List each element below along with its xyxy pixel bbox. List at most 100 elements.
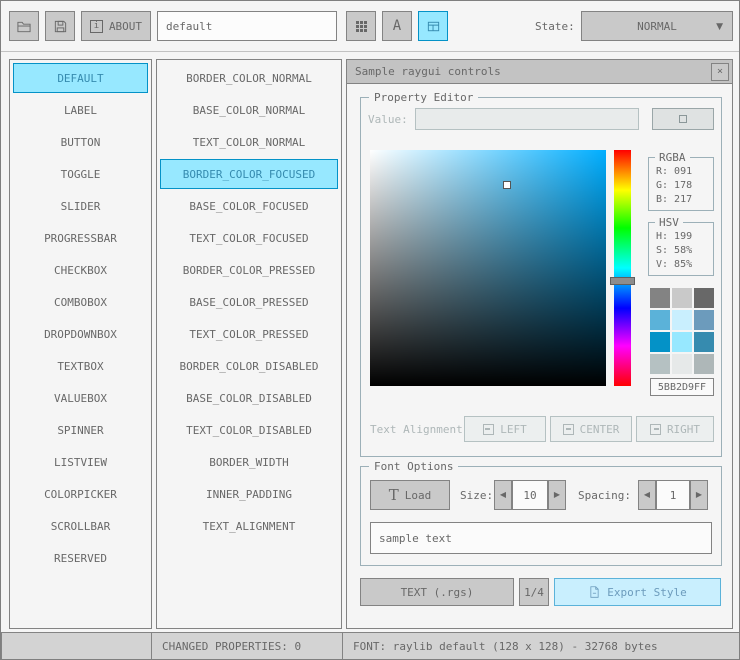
palette-swatch[interactable]	[694, 354, 714, 374]
palette-swatch[interactable]	[650, 354, 670, 374]
size-increment-button[interactable]: ▶	[548, 480, 566, 510]
list-item-border_color_disabled[interactable]: BORDER_COLOR_DISABLED	[160, 351, 338, 381]
export-style-button[interactable]: Export Style	[554, 578, 721, 606]
palette-swatch[interactable]	[694, 310, 714, 330]
state-dropdown[interactable]: NORMAL ▼	[581, 11, 733, 41]
list-item-slider[interactable]: SLIDER	[13, 191, 148, 221]
font-settings-button[interactable]: A	[382, 11, 412, 41]
hex-value-box[interactable]: 5BB2D9FF	[650, 378, 714, 396]
palette-swatch[interactable]	[694, 288, 714, 308]
list-item-progressbar[interactable]: PROGRESSBAR	[13, 223, 148, 253]
statusbar-left	[1, 632, 152, 659]
palette-swatch[interactable]	[650, 288, 670, 308]
hue-handle[interactable]	[610, 276, 635, 285]
changed-properties-text: CHANGED PROPERTIES: 0	[162, 639, 302, 653]
palette-swatch[interactable]	[650, 310, 670, 330]
sv-panel[interactable]	[370, 150, 606, 386]
size-decrement-button[interactable]: ◀	[494, 480, 512, 510]
list-item-toggle[interactable]: TOGGLE	[13, 159, 148, 189]
list-item-valuebox[interactable]: VALUEBOX	[13, 383, 148, 413]
align-left-button: LEFT	[464, 416, 546, 442]
hsv-h: H: 199	[656, 231, 693, 242]
floppy-save-icon	[53, 19, 68, 34]
list-item-default[interactable]: DEFAULT	[13, 63, 148, 93]
hsv-v: V: 85%	[656, 259, 693, 270]
list-item-button[interactable]: BUTTON	[13, 127, 148, 157]
spacing-increment-button[interactable]: ▶	[690, 480, 708, 510]
export-format-button[interactable]: TEXT (.rgs)	[360, 578, 514, 606]
list-item-base_color_focused[interactable]: BASE_COLOR_FOCUSED	[160, 191, 338, 221]
left-arrow-icon: ◀	[499, 490, 507, 499]
font-options-group-label: Font Options	[369, 460, 459, 473]
list-item-border_width[interactable]: BORDER_WIDTH	[160, 447, 338, 477]
align-right-icon	[649, 423, 661, 435]
sv-cursor[interactable]	[502, 181, 511, 190]
close-button[interactable]: ×	[711, 62, 729, 81]
palette-swatch[interactable]	[650, 332, 670, 352]
align-center-icon	[562, 423, 574, 435]
palette-swatch[interactable]	[672, 332, 692, 352]
save-style-button[interactable]	[45, 11, 75, 41]
hsv-group: HSV H: 199 S: 58% V: 85%	[648, 216, 714, 276]
list-item-border_color_pressed[interactable]: BORDER_COLOR_PRESSED	[160, 255, 338, 285]
right-arrow-icon: ▶	[553, 490, 561, 499]
align-left-icon	[483, 423, 495, 435]
palette-swatch[interactable]	[672, 288, 692, 308]
value-input	[415, 108, 639, 130]
control-editor-button[interactable]	[418, 11, 448, 41]
list-item-textbox[interactable]: TEXTBOX	[13, 351, 148, 381]
list-item-text_color_normal[interactable]: TEXT_COLOR_NORMAL	[160, 127, 338, 157]
open-style-button[interactable]	[9, 11, 39, 41]
list-item-inner_padding[interactable]: INNER_PADDING	[160, 479, 338, 509]
rgba-g: G: 178	[656, 180, 693, 191]
list-item-label[interactable]: LABEL	[13, 95, 148, 125]
list-item-border_color_normal[interactable]: BORDER_COLOR_NORMAL	[160, 63, 338, 93]
spacing-decrement-button[interactable]: ◀	[638, 480, 656, 510]
property-editor-group-label: Property Editor	[369, 91, 479, 104]
list-item-reserved[interactable]: RESERVED	[13, 543, 148, 573]
align-center-button: CENTER	[550, 416, 632, 442]
toolbar-divider	[1, 51, 739, 52]
palette-swatch[interactable]	[672, 354, 692, 374]
value-label: Value:	[368, 113, 408, 126]
style-table-button[interactable]	[346, 11, 376, 41]
list-item-text_color_disabled[interactable]: TEXT_COLOR_DISABLED	[160, 415, 338, 445]
style-name-input[interactable]	[157, 11, 337, 41]
list-item-listview[interactable]: LISTVIEW	[13, 447, 148, 477]
state-dropdown-value: NORMAL	[637, 19, 677, 33]
window-title: Sample raygui controls	[355, 65, 501, 78]
list-item-scrollbar[interactable]: SCROLLBAR	[13, 511, 148, 541]
about-button[interactable]: i ABOUT	[81, 11, 151, 41]
export-page-button[interactable]: 1/4	[519, 578, 549, 606]
align-right-button: RIGHT	[636, 416, 714, 442]
rgba-group: RGBA R: 091 G: 178 B: 217	[648, 151, 714, 211]
window-titlebar[interactable]: Sample raygui controls ×	[347, 60, 732, 84]
list-item-text_alignment[interactable]: TEXT_ALIGNMENT	[160, 511, 338, 541]
right-arrow-icon: ▶	[695, 490, 703, 499]
sample-text-input[interactable]	[370, 522, 712, 554]
info-icon: i	[89, 19, 103, 33]
list-item-spinner[interactable]: SPINNER	[13, 415, 148, 445]
toolbar: i ABOUT A State: NORMAL ▼	[1, 1, 739, 52]
list-item-base_color_pressed[interactable]: BASE_COLOR_PRESSED	[160, 287, 338, 317]
list-item-checkbox[interactable]: CHECKBOX	[13, 255, 148, 285]
palette-swatch[interactable]	[672, 310, 692, 330]
list-item-text_color_focused[interactable]: TEXT_COLOR_FOCUSED	[160, 223, 338, 253]
list-item-dropdownbox[interactable]: DROPDOWNBOX	[13, 319, 148, 349]
box-icon	[679, 115, 687, 123]
list-item-text_color_pressed[interactable]: TEXT_COLOR_PRESSED	[160, 319, 338, 349]
controls-list: DEFAULT LABEL BUTTON TOGGLE SLIDER PROGRESSBA…	[9, 59, 152, 629]
list-item-base_color_disabled[interactable]: BASE_COLOR_DISABLED	[160, 383, 338, 413]
font-load-button[interactable]: T Load	[370, 480, 450, 510]
size-value-box[interactable]: 10	[512, 480, 548, 510]
spacing-value-box[interactable]: 1	[656, 480, 690, 510]
list-item-border_color_focused[interactable]: BORDER_COLOR_FOCUSED	[160, 159, 338, 189]
hue-bar[interactable]	[610, 150, 635, 386]
list-item-colorpicker[interactable]: COLORPICKER	[13, 479, 148, 509]
folder-open-icon	[16, 19, 32, 34]
list-item-combobox[interactable]: COMBOBOX	[13, 287, 148, 317]
palette-swatch[interactable]	[694, 332, 714, 352]
align-center-label: CENTER	[579, 422, 620, 436]
list-item-base_color_normal[interactable]: BASE_COLOR_NORMAL	[160, 95, 338, 125]
export-format-label: TEXT (.rgs)	[400, 585, 474, 599]
